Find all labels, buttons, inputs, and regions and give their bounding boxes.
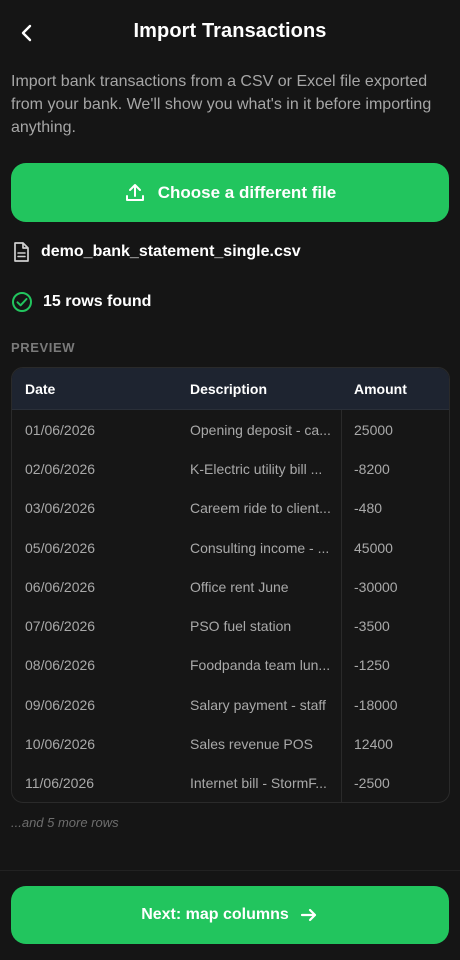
page-title: Import Transactions [133, 20, 327, 42]
footer-divider [0, 870, 460, 871]
cell-amount: -8200 [354, 460, 390, 477]
cell-description: Careem ride to client... [178, 488, 342, 528]
table-row: 10/06/2026 Sales revenue POS 12400 [12, 724, 449, 764]
cell-amount: -2500 [354, 775, 390, 792]
more-rows-text: ...and 5 more rows [11, 815, 119, 830]
table-row: 08/06/2026 Foodpanda team lun... -1250 [12, 645, 449, 686]
choose-different-file-button[interactable]: Choose a different file [11, 163, 449, 222]
file-name: demo_bank_statement_single.csv [41, 243, 301, 260]
table-row: 07/06/2026 PSO fuel station -3500 [12, 606, 449, 646]
cell-amount: -3500 [354, 618, 390, 635]
intro-text: Import bank transactions from a CSV or E… [11, 73, 432, 136]
app-header: Import Transactions [0, 0, 460, 66]
cell-date: 07/06/2026 [25, 618, 96, 635]
cell-description: Opening deposit - ca... [178, 410, 342, 450]
cell-amount: -18000 [354, 696, 398, 713]
file-icon [11, 241, 31, 263]
cell-amount: 12400 [354, 736, 393, 753]
check-circle-icon [11, 291, 33, 313]
preview-section-label: PREVIEW [11, 340, 76, 355]
cell-date: 08/06/2026 [25, 657, 96, 674]
rows-found-label: 15 rows found [43, 293, 152, 310]
cell-amount: -30000 [354, 578, 398, 595]
table-row: 05/06/2026 Consulting income - ... 45000 [12, 527, 449, 568]
table-row: 01/06/2026 Opening deposit - ca... 25000 [12, 410, 449, 450]
next-button-label: Next: map columns [141, 906, 289, 923]
cell-description: Sales revenue POS [178, 724, 342, 764]
column-header-description: Description [190, 380, 268, 397]
cell-date: 05/06/2026 [25, 539, 96, 556]
cell-description: Office rent June [178, 567, 342, 607]
column-header-date: Date [25, 380, 56, 397]
table-row: 06/06/2026 Office rent June -30000 [12, 567, 449, 607]
arrow-right-icon [299, 905, 319, 925]
cell-description: Salary payment - staff [178, 685, 342, 725]
upload-icon [124, 182, 146, 204]
cell-amount: -1250 [354, 657, 390, 674]
choose-different-file-label: Choose a different file [157, 182, 337, 202]
cell-date: 10/06/2026 [25, 736, 96, 753]
cell-date: 01/06/2026 [25, 421, 96, 438]
selected-file: demo_bank_statement_single.csv [11, 238, 301, 266]
table-row: 02/06/2026 K-Electric utility bill ... -82… [12, 449, 449, 489]
table-body: 01/06/2026 Opening deposit - ca... 25000 02… [12, 410, 449, 802]
column-header-amount: Amount [354, 380, 407, 397]
cell-description: K-Electric utility bill ... [178, 449, 342, 489]
cell-description: Foodpanda team lun... [178, 645, 342, 686]
cell-date: 06/06/2026 [25, 578, 96, 595]
cell-description: Internet bill - StormF... [178, 763, 342, 802]
next-map-columns-button[interactable]: Next: map columns [11, 886, 449, 944]
table-row: 03/06/2026 Careem ride to client... -480 [12, 488, 449, 528]
preview-table[interactable]: Date Description Amount 01/06/2026 Openin… [11, 367, 450, 803]
cell-amount: 25000 [354, 421, 393, 438]
cell-amount: -480 [354, 500, 383, 517]
cell-description: PSO fuel station [178, 606, 342, 646]
cell-date: 03/06/2026 [25, 500, 96, 517]
cell-amount: 45000 [354, 539, 393, 556]
cell-date: 11/06/2026 [25, 775, 95, 792]
table-header: Date Description Amount [12, 368, 449, 410]
cell-description: Consulting income - ... [178, 527, 342, 568]
rows-found-status: 15 rows found [11, 288, 151, 316]
table-row: 09/06/2026 Salary payment - staff -18000 [12, 685, 449, 725]
table-row: 11/06/2026 Internet bill - StormF... -2500 [12, 763, 449, 802]
cell-date: 09/06/2026 [25, 696, 96, 713]
cell-date: 02/06/2026 [25, 460, 96, 477]
